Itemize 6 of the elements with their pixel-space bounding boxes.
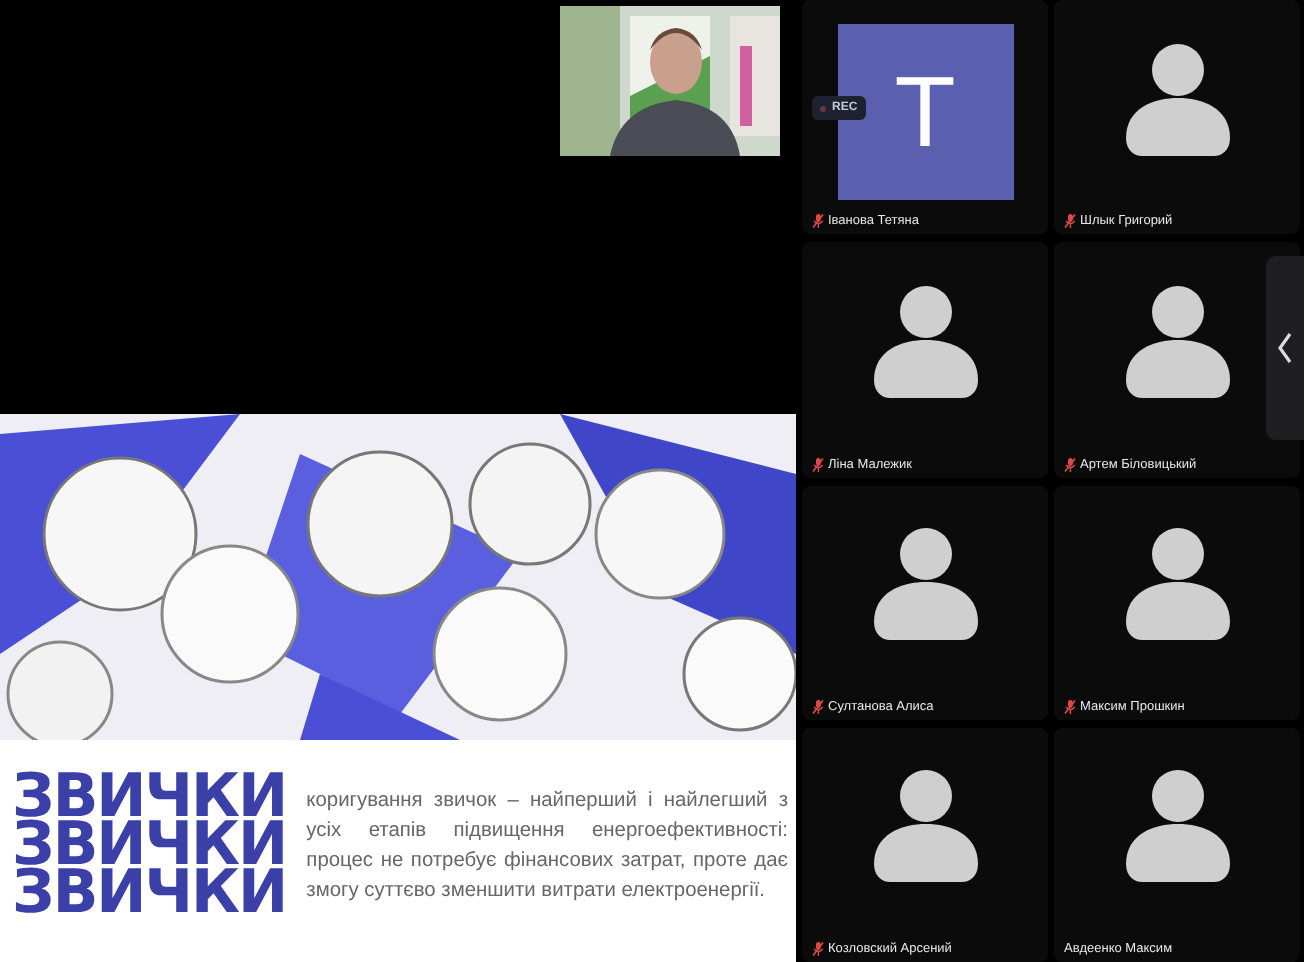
slide-text: коригування звичок – найперший і найлегший з усіх етапів підвищення енергоефективності: процес не потребує фінансових затрат, проте дає змогу суттєво зменшити витрати електроенергії. xyxy=(306,787,788,905)
slide-heading: ЗВИЧКИ xyxy=(12,821,287,869)
slide-heading: ЗВИЧКИ xyxy=(12,869,287,917)
slide-heading: ЗВИЧКИ xyxy=(12,773,287,821)
chevron-left-icon xyxy=(1278,332,1292,364)
collapse-panel-button[interactable] xyxy=(1266,256,1304,440)
